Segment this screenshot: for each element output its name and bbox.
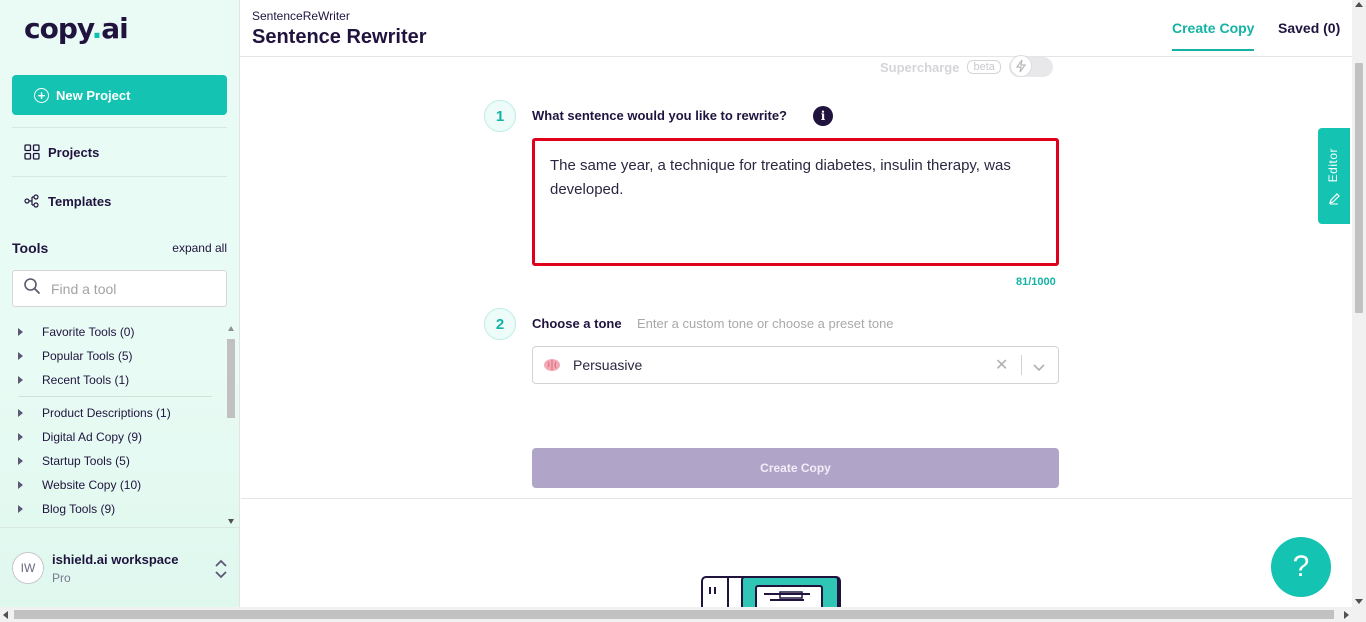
workspace-name: ishield.ai workspace bbox=[52, 552, 179, 567]
tool-category-label: Website Copy (10) bbox=[42, 478, 142, 492]
info-icon[interactable]: i bbox=[813, 106, 833, 126]
scrollbar-thumb[interactable] bbox=[1355, 63, 1363, 313]
select-separator bbox=[1021, 355, 1022, 375]
sidebar-item-projects[interactable]: Projects bbox=[24, 144, 99, 160]
tab-saved[interactable]: Saved (0) bbox=[1278, 20, 1340, 36]
scroll-down-arrow-icon[interactable] bbox=[1355, 599, 1363, 604]
caret-right-icon bbox=[18, 505, 23, 513]
tools-header: Tools expand all bbox=[12, 240, 227, 256]
sentence-question-label: What sentence would you like to rewrite? bbox=[532, 108, 787, 123]
workspace-switcher[interactable]: IW ishield.ai workspace Pro bbox=[0, 527, 240, 607]
caret-right-icon bbox=[18, 376, 23, 384]
tool-category-label: Popular Tools (5) bbox=[42, 349, 133, 363]
new-project-button[interactable]: + New Project bbox=[12, 75, 227, 115]
workspace-plan: Pro bbox=[52, 571, 71, 585]
caret-right-icon bbox=[18, 481, 23, 489]
scrollbar-thumb[interactable] bbox=[14, 610, 1334, 619]
new-project-label: New Project bbox=[56, 87, 131, 103]
logo-text-a: copy bbox=[24, 12, 93, 45]
brain-icon bbox=[543, 358, 561, 372]
tone-label: Choose a tone bbox=[532, 316, 622, 331]
tool-category-label: Startup Tools (5) bbox=[42, 454, 130, 468]
avatar: IW bbox=[12, 552, 44, 584]
search-icon bbox=[23, 277, 41, 300]
help-button[interactable]: ? bbox=[1271, 537, 1331, 597]
sidebar: copy.ai + New Project Projects Templates… bbox=[0, 0, 240, 607]
scroll-left-arrow-icon[interactable] bbox=[3, 611, 8, 619]
tool-list-scrollbar[interactable] bbox=[226, 326, 236, 524]
tone-hint: Enter a custom tone or choose a preset t… bbox=[637, 316, 894, 331]
tool-category-startup-tools[interactable]: Startup Tools (5) bbox=[18, 454, 130, 468]
logo-dot: . bbox=[91, 12, 103, 45]
step-number-2: 2 bbox=[484, 308, 516, 340]
tool-category-recent[interactable]: Recent Tools (1) bbox=[18, 373, 129, 387]
tool-category-popular[interactable]: Popular Tools (5) bbox=[18, 349, 133, 363]
beta-badge: beta bbox=[967, 60, 1001, 74]
editor-tab[interactable]: Editor bbox=[1318, 128, 1350, 224]
templates-icon bbox=[24, 193, 40, 209]
expand-all-link[interactable]: expand all bbox=[172, 241, 227, 255]
tool-search[interactable] bbox=[12, 270, 227, 307]
tool-list: Favorite Tools (0) Popular Tools (5) Rec… bbox=[0, 322, 228, 522]
editor-tab-label: Editor bbox=[1326, 148, 1340, 183]
tool-category-digital-ad-copy[interactable]: Digital Ad Copy (9) bbox=[18, 430, 142, 444]
tool-category-website-copy[interactable]: Website Copy (10) bbox=[18, 478, 141, 492]
caret-right-icon bbox=[18, 328, 23, 336]
supercharge-toggle[interactable] bbox=[1008, 55, 1053, 77]
tool-list-divider bbox=[18, 396, 212, 397]
chevron-up-down-icon[interactable] bbox=[214, 558, 228, 580]
scroll-up-arrow-icon[interactable] bbox=[228, 326, 234, 331]
tool-category-label: Favorite Tools (0) bbox=[42, 325, 135, 339]
scrollbar-thumb[interactable] bbox=[227, 339, 235, 418]
caret-right-icon bbox=[18, 409, 23, 417]
content-divider bbox=[241, 498, 1352, 499]
step-number-1: 1 bbox=[484, 100, 516, 132]
sidebar-divider bbox=[12, 127, 227, 128]
copyai-logo[interactable]: copy.ai bbox=[24, 12, 129, 45]
tool-category-label: Recent Tools (1) bbox=[42, 373, 130, 387]
supercharge-toggle-group: Supercharge beta bbox=[880, 55, 1053, 77]
scroll-down-arrow-icon[interactable] bbox=[228, 519, 234, 524]
create-copy-button[interactable]: Create Copy bbox=[532, 448, 1059, 488]
chevron-down-icon[interactable] bbox=[1032, 359, 1046, 377]
tool-category-favorite[interactable]: Favorite Tools (0) bbox=[18, 325, 134, 339]
templates-label: Templates bbox=[48, 193, 112, 209]
tool-category-label: Blog Tools (9) bbox=[42, 502, 116, 516]
caret-right-icon bbox=[18, 457, 23, 465]
projects-label: Projects bbox=[48, 144, 100, 160]
grid-icon bbox=[24, 144, 40, 160]
tool-category-label: Digital Ad Copy (9) bbox=[42, 430, 143, 444]
tools-title: Tools bbox=[12, 240, 49, 256]
lightning-icon bbox=[1009, 55, 1032, 77]
clear-icon[interactable]: ✕ bbox=[995, 355, 1008, 375]
tool-search-input[interactable] bbox=[51, 280, 211, 297]
tool-category-label: Product Descriptions (1) bbox=[42, 406, 171, 420]
caret-right-icon bbox=[18, 433, 23, 441]
logo-text-b: ai bbox=[101, 12, 128, 45]
sidebar-item-templates[interactable]: Templates bbox=[24, 193, 111, 209]
character-counter: 81/1000 bbox=[1016, 276, 1056, 288]
tool-category-product-descriptions[interactable]: Product Descriptions (1) bbox=[18, 406, 171, 420]
page-vertical-scrollbar[interactable] bbox=[1352, 0, 1366, 607]
sidebar-divider bbox=[12, 176, 227, 177]
plus-circle-icon: + bbox=[34, 87, 49, 103]
sentence-input[interactable] bbox=[532, 138, 1059, 266]
breadcrumb[interactable]: SentenceReWriter bbox=[252, 9, 350, 23]
page-horizontal-scrollbar[interactable] bbox=[0, 607, 1366, 622]
top-header: SentenceReWriter Sentence Rewriter Creat… bbox=[240, 0, 1352, 57]
scroll-right-arrow-icon[interactable] bbox=[1344, 611, 1349, 619]
page-title: Sentence Rewriter bbox=[252, 26, 427, 48]
caret-right-icon bbox=[18, 352, 23, 360]
scroll-up-arrow-icon[interactable] bbox=[1355, 2, 1363, 7]
tab-create-copy[interactable]: Create Copy bbox=[1172, 20, 1255, 51]
pencil-icon bbox=[1328, 192, 1340, 210]
tool-category-blog-tools[interactable]: Blog Tools (9) bbox=[18, 502, 115, 516]
tone-selected-value: Persuasive bbox=[573, 357, 643, 373]
tone-select[interactable]: Persuasive ✕ bbox=[532, 346, 1059, 384]
writing-machine-illustration bbox=[700, 574, 842, 607]
supercharge-label: Supercharge bbox=[880, 59, 960, 75]
